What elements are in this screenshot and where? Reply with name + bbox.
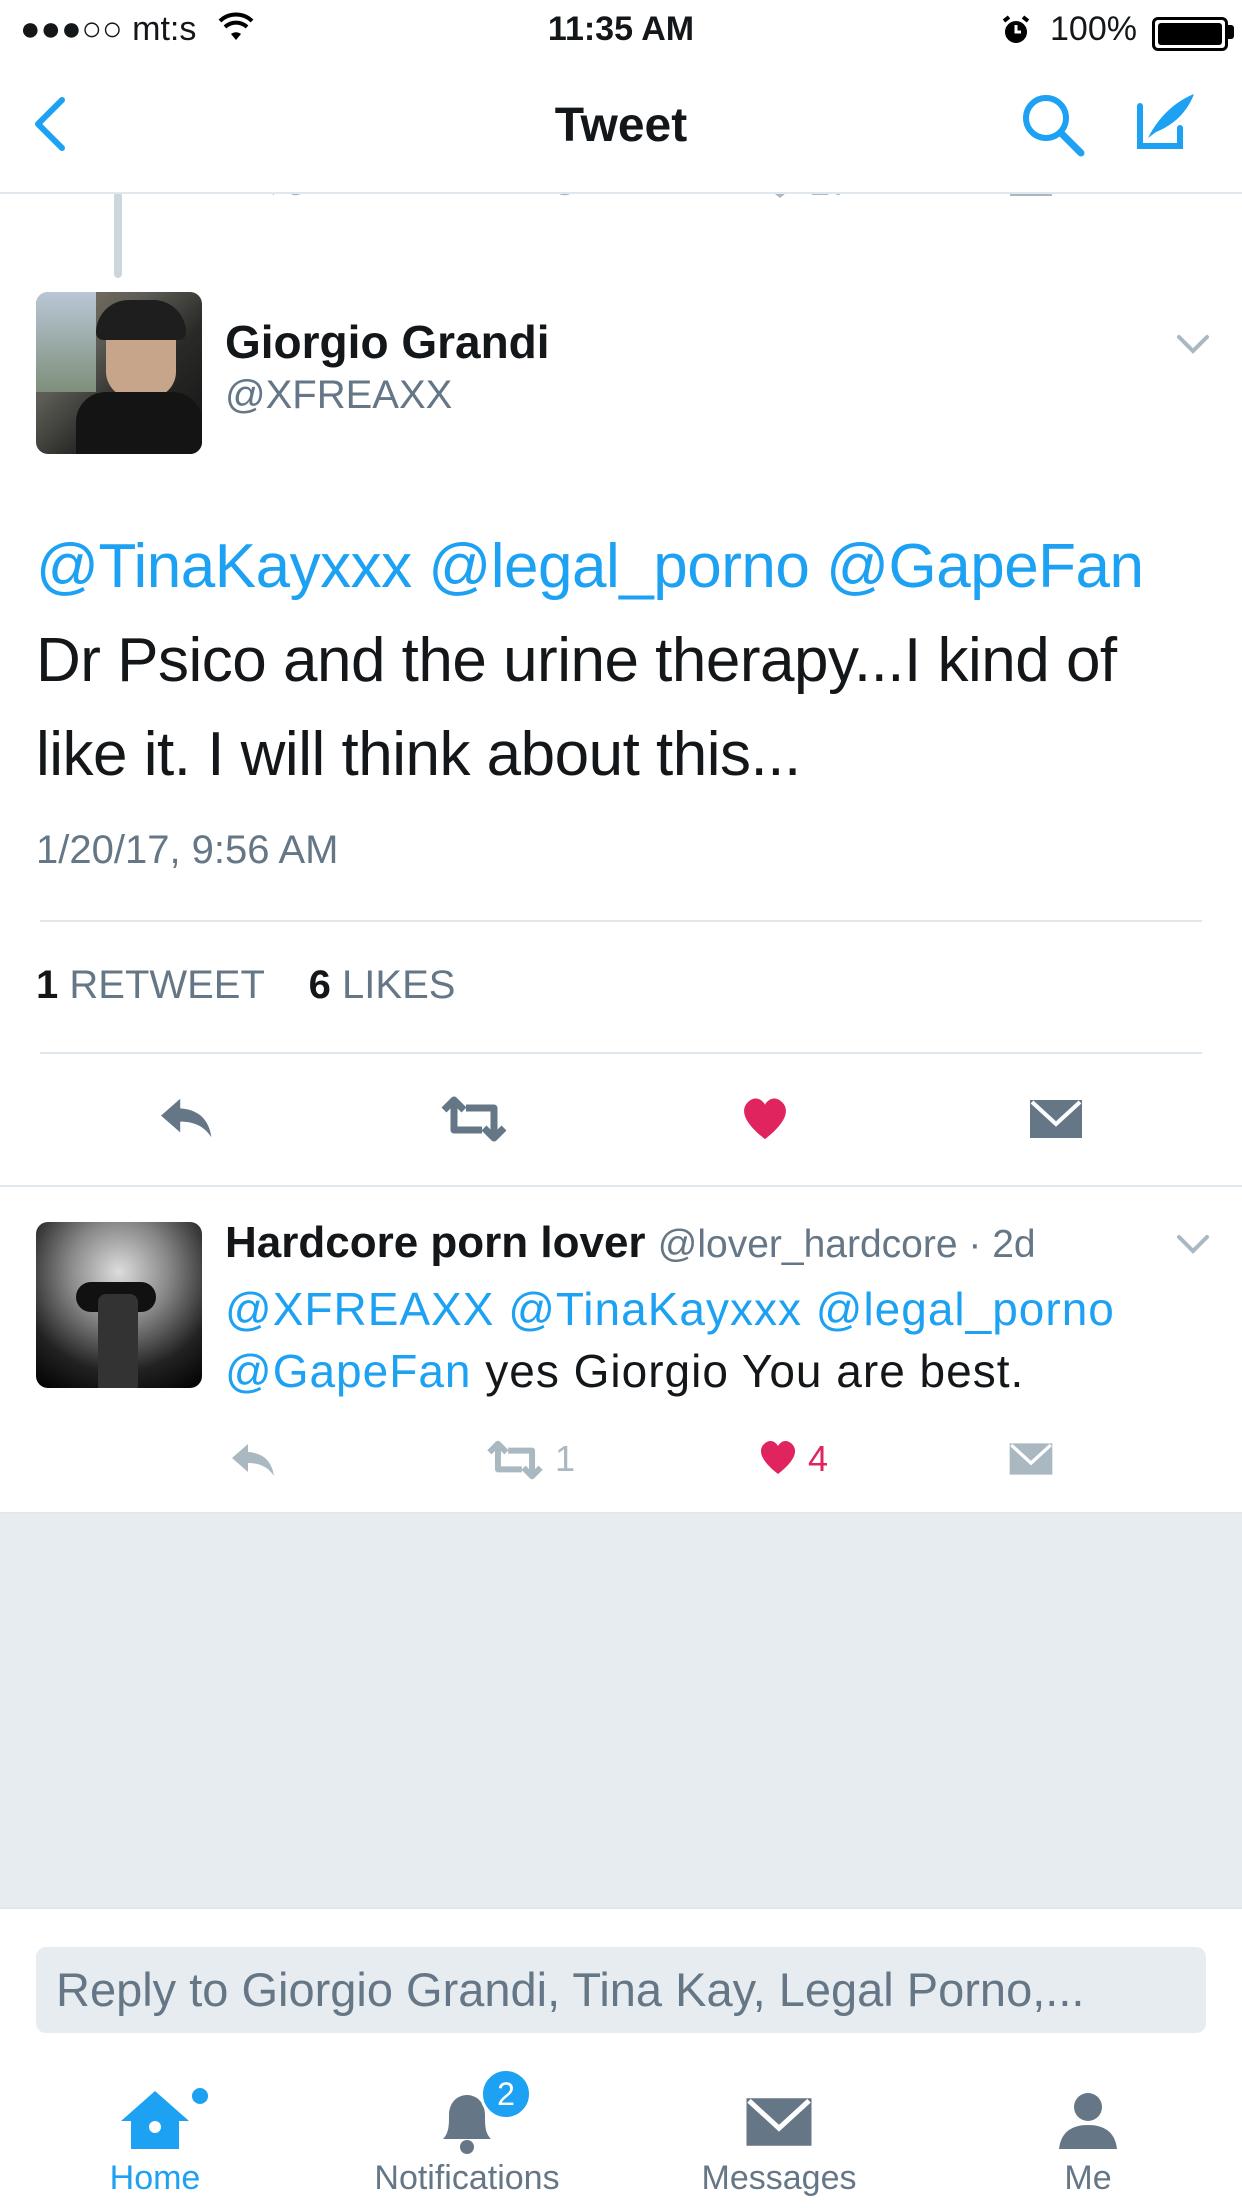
reply-retweet-count: 1 [555, 1438, 576, 1479]
tab-notifications-label: Notifications [374, 2159, 560, 2197]
mention-link[interactable]: @legal_porno [816, 1283, 1115, 1335]
divider [40, 1052, 1202, 1054]
engagement-stats: 1 RETWEET 6 LIKES [36, 963, 455, 1008]
mention-link[interactable]: @GapeFan [225, 1345, 472, 1397]
tab-home[interactable]: Home [0, 2047, 310, 2208]
reply-avatar[interactable] [36, 1222, 202, 1388]
tweet-body: Dr Psico and the urine therapy...I kind … [36, 626, 1117, 789]
battery-nub [1228, 25, 1234, 39]
home-unread-dot [192, 2088, 208, 2104]
notifications-badge: 2 [480, 2068, 532, 2120]
mention-link[interactable]: @TinaKayxxx [36, 532, 412, 601]
reply-text: @XFREAXX @TinaKayxxx @legal_porno @GapeF… [225, 1278, 1185, 1402]
empty-area [0, 1512, 1242, 1909]
divider [40, 920, 1202, 922]
mention-link[interactable]: @GapeFan [826, 532, 1144, 601]
reply-author-name[interactable]: Hardcore porn lover [225, 1218, 646, 1267]
tab-me[interactable]: Me [933, 2047, 1242, 2208]
tweet-text: @TinaKayxxx @legal_porno @GapeFan Dr Psi… [36, 520, 1216, 802]
reply-header: Hardcore porn lover @lover_hardcore · 2d [225, 1218, 1036, 1268]
like-icon[interactable] [738, 1092, 792, 1147]
reply-like-count: 4 [808, 1438, 829, 1479]
avatar[interactable] [36, 292, 202, 454]
compose-tweet-icon[interactable] [1130, 88, 1200, 163]
retweets-stat[interactable]: 1 RETWEET [36, 963, 264, 1007]
reply-author-meta[interactable]: @lover_hardcore · 2d [658, 1223, 1036, 1266]
search-icon[interactable] [1018, 90, 1088, 165]
direct-message-icon[interactable] [1028, 1096, 1084, 1147]
alarm-icon [1000, 14, 1032, 55]
reply-chevron-down-icon[interactable] [1175, 1233, 1211, 1262]
tab-bar: Home Notifications Messages Me [0, 2047, 1242, 2208]
reply-dm-icon[interactable] [1008, 1440, 1054, 1483]
author-name[interactable]: Giorgio Grandi [225, 315, 550, 369]
nav-bar: Tweet [0, 60, 1242, 194]
battery-percent: 100% [1050, 10, 1137, 48]
retweet-icon[interactable] [440, 1096, 508, 1147]
mention-link[interactable]: @XFREAXX [225, 1283, 494, 1335]
reply-reply-icon[interactable] [228, 1440, 276, 1485]
tab-me-label: Me [1064, 2159, 1112, 2197]
mention-link[interactable]: @TinaKayxxx [508, 1283, 802, 1335]
reply-retweet-icon[interactable] [486, 1440, 544, 1485]
tab-messages[interactable]: Messages [624, 2047, 934, 2208]
status-bar: ●●●○○ mt:s 11:35 AM 100% [0, 0, 1242, 60]
chevron-down-icon[interactable] [1175, 333, 1211, 362]
reply-body: yes Giorgio You are best. [485, 1345, 1025, 1397]
likes-stat[interactable]: 6 LIKES [309, 963, 456, 1007]
reply-icon[interactable] [155, 1094, 215, 1147]
tweet-timestamp: 1/20/17, 9:56 AM [36, 828, 339, 872]
author-handle[interactable]: @XFREAXX [225, 373, 452, 418]
tab-home-label: Home [109, 2159, 201, 2197]
reply-input[interactable]: Reply to Giorgio Grandi, Tina Kay, Legal… [36, 1947, 1206, 2033]
tab-messages-label: Messages [701, 2159, 857, 2197]
person-icon [1059, 2093, 1117, 2149]
tab-notifications[interactable]: Notifications [312, 2047, 622, 2208]
home-icon [121, 2091, 189, 2149]
mention-link[interactable]: @legal_porno [428, 532, 810, 601]
reply-like-icon[interactable] [756, 1436, 800, 1481]
divider [0, 1185, 1242, 1187]
envelope-icon [746, 2098, 812, 2146]
battery-icon [1152, 17, 1228, 51]
reply-composer: Reply to Giorgio Grandi, Tina Kay, Legal… [0, 1907, 1242, 2049]
